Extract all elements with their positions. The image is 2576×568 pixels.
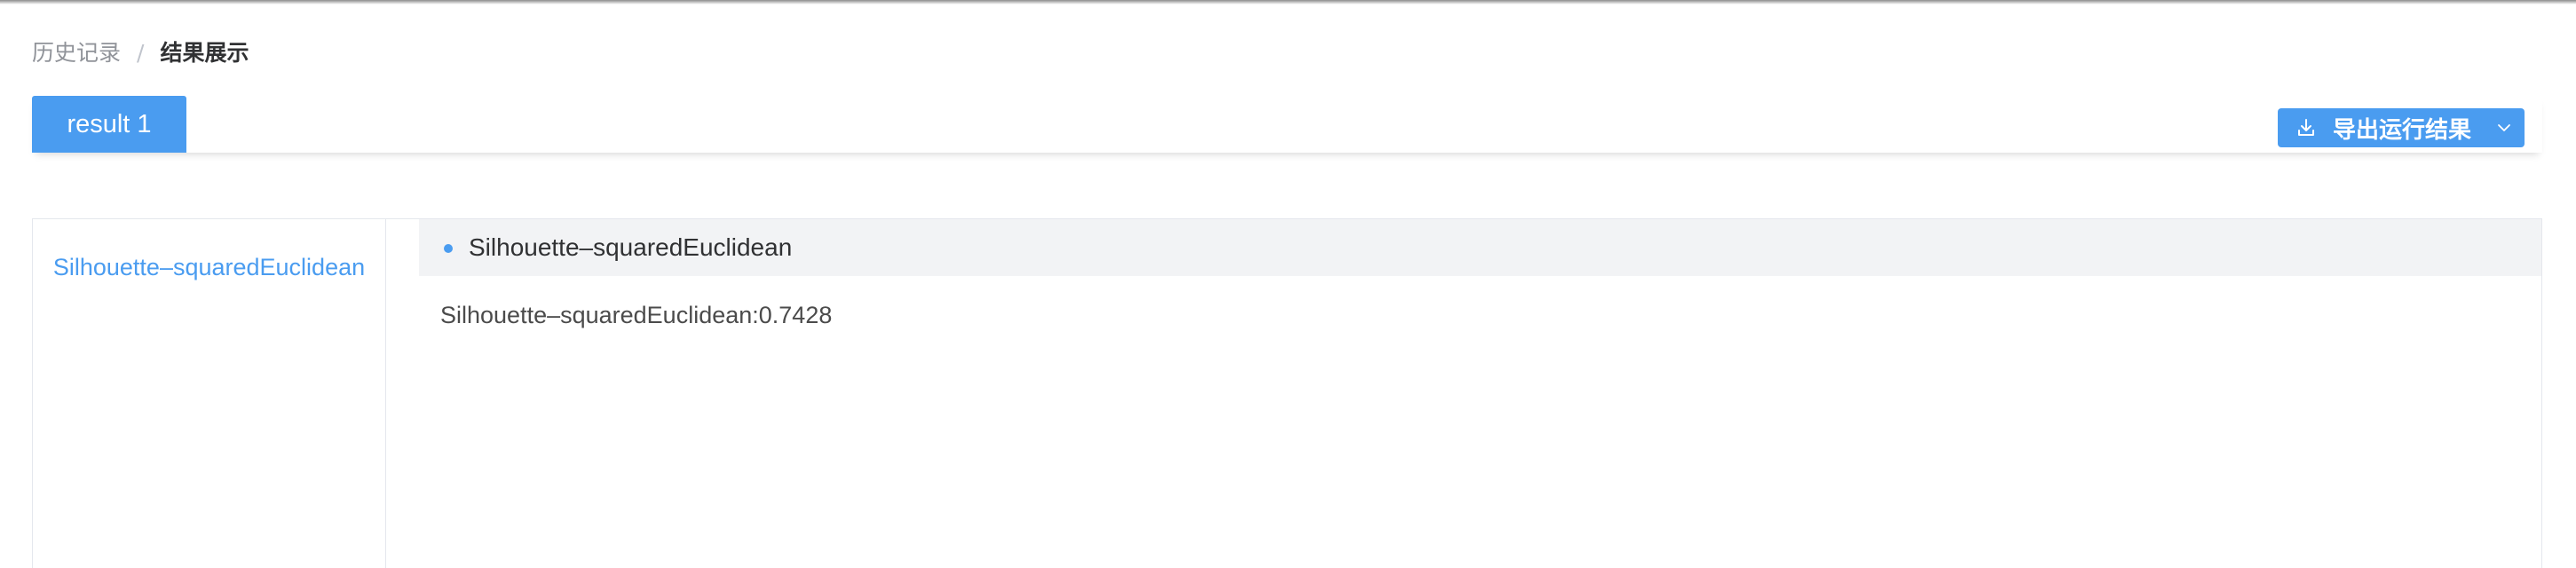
breadcrumb: 历史记录 / 结果展示	[32, 37, 249, 69]
export-results-label: 导出运行结果	[2333, 116, 2472, 144]
download-icon	[2298, 119, 2314, 136]
breadcrumb-separator: /	[137, 40, 145, 66]
result-tab-bar: result 1 导出运行结果	[32, 96, 2542, 153]
metric-section-header: Silhouette–squaredEuclidean	[419, 219, 2541, 276]
window-top-shadow	[0, 0, 2576, 4]
metric-sidebar: Silhouette–squaredEuclidean	[33, 219, 386, 568]
metric-section-title: Silhouette–squaredEuclidean	[469, 233, 793, 261]
metric-value-text: Silhouette–squaredEuclidean:0.7428	[440, 302, 833, 328]
breadcrumb-history-link[interactable]: 历史记录	[32, 37, 121, 69]
tab-result-1[interactable]: result 1	[32, 96, 186, 153]
export-results-button[interactable]: 导出运行结果	[2278, 108, 2525, 147]
chevron-down-icon[interactable]	[2496, 120, 2512, 136]
result-page: 历史记录 / 结果展示 result 1 导出运行结果 Silhouette–s…	[0, 0, 2576, 568]
bullet-dot	[444, 244, 453, 253]
sidebar-item-silhouette[interactable]: Silhouette–squaredEuclidean	[33, 249, 385, 285]
result-panel: Silhouette–squaredEuclidean Silhouette–s…	[32, 218, 2542, 568]
breadcrumb-current: 结果展示	[160, 40, 249, 66]
